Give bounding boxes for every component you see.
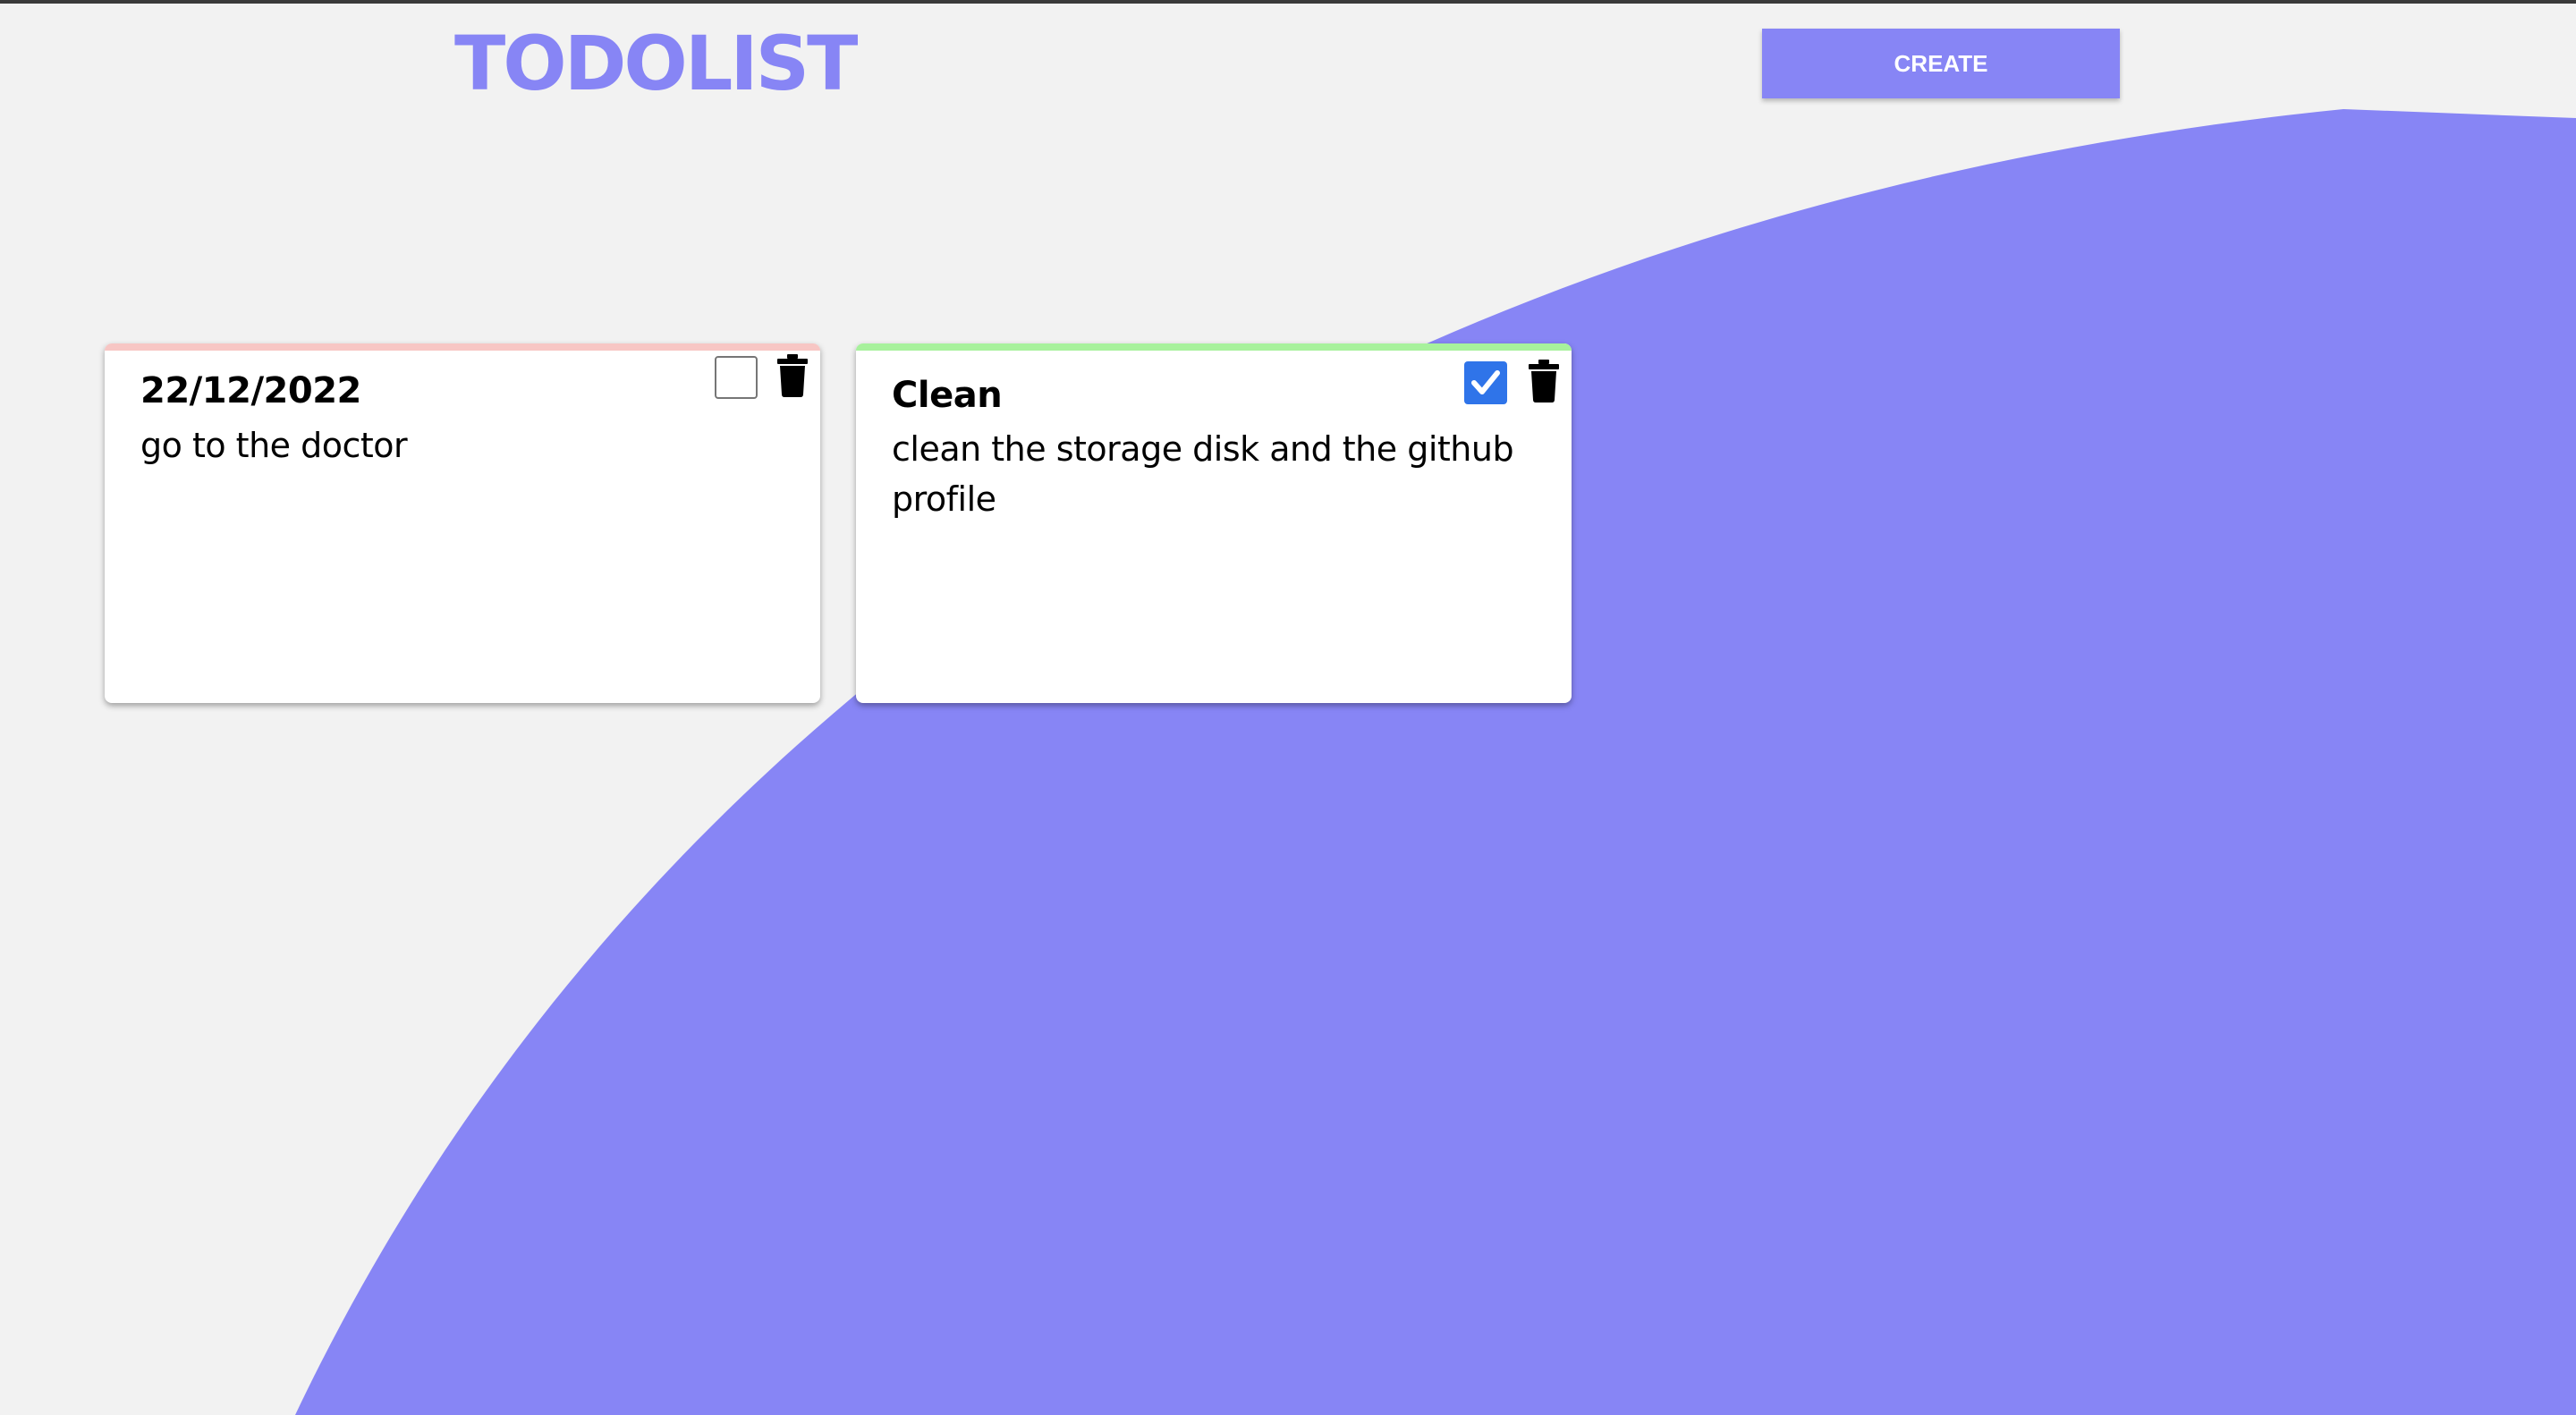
todo-complete-checkbox[interactable] bbox=[1464, 361, 1507, 404]
todo-status-stripe bbox=[856, 343, 1572, 351]
todo-card: Clean clean the storage disk and the git… bbox=[856, 343, 1572, 703]
background-blob bbox=[295, 109, 2576, 1415]
todo-status-stripe bbox=[105, 343, 820, 351]
todo-title: Clean bbox=[892, 375, 1003, 416]
trash-icon bbox=[1529, 360, 1559, 402]
delete-todo-button[interactable] bbox=[777, 354, 808, 397]
todo-complete-checkbox[interactable] bbox=[715, 356, 758, 399]
app-title: TODOLIST bbox=[454, 20, 858, 107]
delete-todo-button[interactable] bbox=[1529, 360, 1559, 402]
todo-description: go to the doctor bbox=[140, 426, 408, 465]
trash-icon bbox=[777, 354, 808, 397]
todo-title: 22/12/2022 bbox=[140, 370, 361, 411]
create-button[interactable]: CREATE bbox=[1762, 29, 2120, 98]
checkbox-checked-icon bbox=[1471, 370, 1500, 394]
todo-card: 22/12/2022 go to the doctor bbox=[105, 343, 820, 703]
todo-description: clean the storage disk and the github pr… bbox=[892, 429, 1514, 519]
